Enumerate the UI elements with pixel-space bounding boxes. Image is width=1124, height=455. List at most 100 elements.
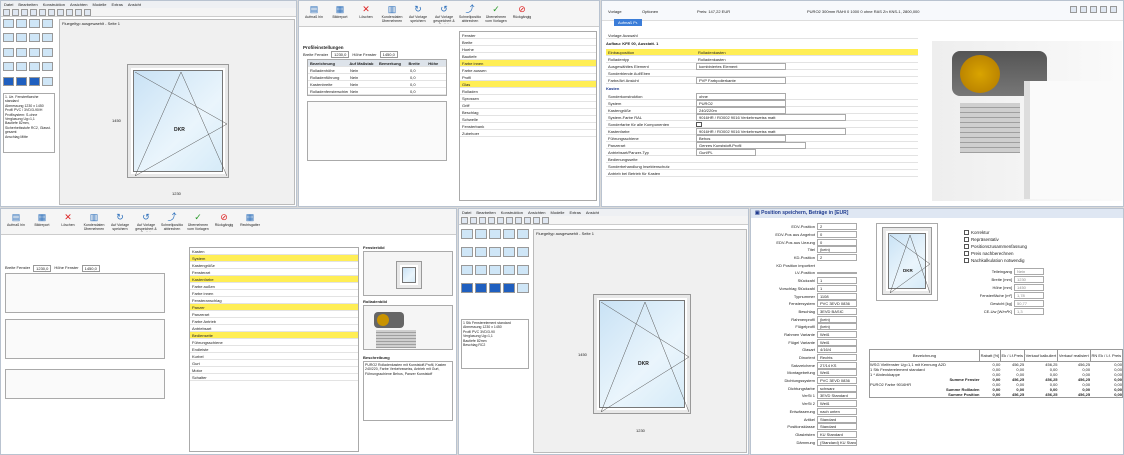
form-row[interactable]: LV-Position — [755, 269, 873, 277]
palette-double-icon[interactable] — [16, 33, 27, 43]
palette-fixed-icon[interactable] — [3, 19, 14, 28]
form-row[interactable]: Dichtungsfarbe schwarz — [755, 384, 873, 392]
menu-bearbeiten[interactable]: Bearbeiten — [18, 2, 37, 7]
form-row[interactable]: Positionsklasse Standard — [755, 423, 873, 431]
checkbox-nachberechnen[interactable]: Preis nachberechnen — [964, 250, 1064, 257]
form-row[interactable]: Fenstersystem PVC 3EVD 0836 — [755, 300, 873, 308]
form-row[interactable]: Fensterfläche [m²] 1,78 — [964, 291, 1074, 299]
palette-extra-icon[interactable] — [517, 283, 529, 293]
ribbon-kundendaten[interactable]: ▥ Kundendaten Übernehmen — [381, 3, 403, 24]
form-row[interactable]: Breite [mm] 1230 — [964, 275, 1074, 283]
window-element[interactable]: DKR — [127, 64, 229, 178]
drawing-canvas[interactable]: Fluegeltyp ausgewaehlt - Seite 1 DKR 123… — [533, 229, 747, 453]
form-row[interactable]: Flügelprofil (kein) — [755, 323, 873, 331]
menu-ansicht[interactable]: Ansicht — [586, 210, 599, 215]
list-item[interactable]: Fensteranschlag — [190, 297, 358, 304]
palette-selected-icon[interactable] — [461, 283, 473, 293]
form-row[interactable]: Ausgewähltes Element kombiniertes Element — [606, 62, 918, 70]
form-row[interactable]: Dämmung(Standard) KU Standard — [755, 438, 873, 446]
palette-shutter-icon[interactable] — [503, 265, 515, 275]
ribbon-vorlage-zurueck[interactable]: ↺Auf Vorlage gespeichert & Zurück — [135, 211, 157, 232]
form-row[interactable]: Vorschlag Stückzahl 1 — [755, 284, 873, 293]
ribbon-vorlage-speichern[interactable]: ↻ Auf Vorlage speichern — [109, 211, 131, 232]
checkbox[interactable] — [696, 121, 702, 127]
checkbox-box[interactable] — [964, 237, 969, 242]
list-item[interactable]: Motor — [190, 367, 358, 374]
ribbon-abbrechen[interactable]: ⤴Schnellpositionen abbrechen — [161, 211, 183, 232]
redo-icon[interactable] — [75, 9, 82, 16]
list-item-highlight[interactable]: Glas — [460, 81, 596, 88]
breite-input[interactable]: 1230,0 — [33, 265, 52, 272]
list-item[interactable]: Breite — [460, 39, 596, 46]
form-row[interactable]: Höhe [mm] 1450 — [964, 283, 1074, 291]
ribbon-bildreport[interactable]: ▦ Bildreport — [329, 3, 351, 24]
hoehe-input[interactable]: 1450,0 — [379, 51, 398, 58]
list-item[interactable]: Profil — [460, 74, 596, 81]
list-item[interactable]: Hoehe — [460, 46, 596, 53]
menu-modelle[interactable]: Modelle — [551, 210, 565, 215]
drawing-canvas[interactable]: Fluegeltyp ausgewaehlt - Seite 1 DKR 123… — [59, 19, 295, 205]
list-item[interactable]: Schalter — [190, 374, 358, 381]
menu-datei[interactable]: Datei — [462, 210, 471, 215]
table-row[interactable]: Rolladenhöhe Nein 0,0 — [308, 67, 446, 74]
menu-modelle[interactable]: Modelle — [93, 2, 107, 7]
form-row[interactable]: Artikel Standard — [755, 415, 873, 423]
ribbon-loeschen[interactable]: ✕ Löschen — [57, 211, 79, 232]
palette-blue2-icon[interactable] — [29, 76, 40, 86]
open-icon[interactable] — [470, 217, 477, 224]
form-row[interactable]: Gewicht [kg] 50,77 — [964, 299, 1074, 307]
list-item[interactable]: Fenster — [460, 32, 596, 39]
palette-bar-icon[interactable] — [42, 47, 53, 57]
cut-icon[interactable] — [497, 217, 504, 224]
palette-turn-icon[interactable] — [29, 19, 40, 28]
form-row[interactable]: Glasart 4/16/4 — [755, 346, 873, 354]
form-row-highlight[interactable]: Einbauposition Rolladenkasten — [606, 49, 918, 56]
form-row[interactable]: Glasleisten KU Standard — [755, 430, 873, 439]
table-row[interactable]: Kastenbreite Nein 0,0 — [308, 81, 446, 88]
print-icon[interactable] — [30, 9, 37, 16]
menu-ansichten[interactable]: Ansichten — [70, 2, 88, 7]
menu-konstruktion[interactable]: Konstruktion — [43, 2, 65, 7]
palette-grid-icon[interactable] — [489, 265, 501, 275]
paste-icon[interactable] — [57, 9, 64, 16]
form-row[interactable]: Rahmenprofil (kein) — [755, 315, 873, 323]
list-item[interactable]: Zubehoer — [460, 130, 596, 137]
tab-optionen[interactable]: Optionen — [642, 9, 658, 14]
checkbox-korrektur[interactable]: Korrektur — [964, 229, 1064, 236]
palette-blue-icon[interactable] — [16, 76, 27, 86]
palette-shutter-icon[interactable] — [16, 62, 27, 72]
palette-transom-icon[interactable] — [489, 247, 501, 257]
ribbon-aufmass[interactable]: ▤ Aufmaß hin — [303, 3, 325, 24]
checkbox-box[interactable] — [964, 251, 969, 256]
list-item[interactable]: Gurt — [190, 360, 358, 367]
list-item[interactable]: Griff — [460, 102, 596, 109]
form-row[interactable]: Sonderbehandlung Insektenschutz — [606, 163, 918, 170]
save-icon[interactable] — [479, 217, 486, 224]
palette-frame-icon[interactable] — [29, 62, 40, 72]
undo-icon[interactable] — [524, 217, 531, 224]
undo-icon[interactable] — [66, 9, 73, 16]
table-row-total[interactable]: Summe Position 0,00 456,25 456,25 456,25 0,00 — [870, 392, 1123, 398]
print-icon[interactable] — [1080, 6, 1087, 13]
menu-bearbeiten[interactable]: Bearbeiten — [476, 210, 495, 215]
list-item[interactable]: Farbe Antrieb — [190, 318, 358, 325]
menu-datei[interactable]: Datei — [4, 2, 13, 7]
ribbon-loeschen[interactable]: ✕ Löschen — [355, 3, 377, 24]
window-element[interactable]: DKR — [593, 294, 691, 414]
list-item-highlight[interactable]: Panzer — [190, 304, 358, 311]
list-item[interactable]: Beschlag — [460, 109, 596, 116]
help-icon[interactable] — [542, 217, 549, 224]
form-row[interactable]: VerSt 2 Weiß — [755, 400, 873, 408]
form-row[interactable]: Montagebefung Weiß — [755, 369, 873, 377]
tab-vorlage[interactable]: Vorlage — [608, 9, 622, 14]
print-icon[interactable] — [488, 217, 495, 224]
list-item[interactable]: Fensterbank — [460, 123, 596, 130]
save-icon[interactable] — [21, 9, 28, 16]
list-item-highlight[interactable]: Kastenfarbe — [190, 276, 358, 283]
palette-double-icon[interactable] — [461, 247, 473, 257]
open-icon[interactable] — [12, 9, 19, 16]
form-row[interactable]: Flügel Variante Weiß — [755, 338, 873, 346]
tab-aufmass-active[interactable]: Aufmaß Pr. — [614, 19, 643, 26]
form-row[interactable]: Dinorient Rechts — [755, 354, 873, 362]
table-row[interactable]: Rolladenführung Nein 0,0 — [308, 74, 446, 81]
